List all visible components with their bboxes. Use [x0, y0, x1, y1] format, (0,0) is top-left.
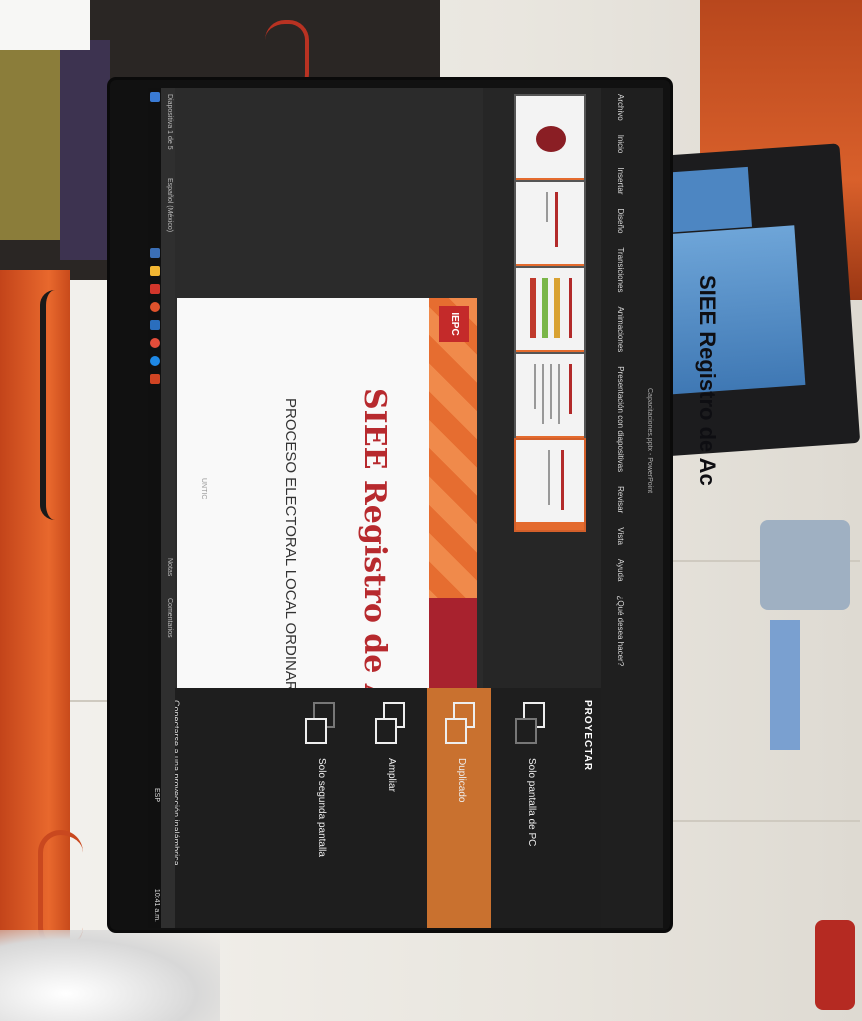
- edge-icon[interactable]: [150, 356, 160, 366]
- firefox-icon[interactable]: [150, 302, 160, 312]
- second-laptop-screen-top: [658, 166, 752, 234]
- tab-transiciones[interactable]: Transiciones: [616, 247, 625, 292]
- pc-screen-only-icon: [515, 702, 545, 744]
- language-code[interactable]: ESP: [153, 788, 160, 802]
- thumbnail-bar: [554, 278, 560, 338]
- office-icon[interactable]: [150, 284, 160, 294]
- iepc-logo: IEPC: [439, 306, 469, 342]
- windows-taskbar: ESP 10:41 a.m.: [148, 88, 161, 928]
- current-slide[interactable]: IEPC SIEE Registro de Act PROCESO ELECTO…: [177, 298, 477, 696]
- black-cable: [40, 290, 70, 520]
- thumbnail-bar: [542, 278, 548, 338]
- powerpoint-icon[interactable]: [150, 374, 160, 384]
- ribbon-tabs: Archivo Inicio Insertar Diseño Transicio…: [616, 94, 625, 666]
- slide-header-band-red: [429, 598, 477, 696]
- comments-button[interactable]: Comentarios: [166, 598, 173, 638]
- thumbnail-text: [534, 364, 536, 409]
- tab-ayuda[interactable]: Ayuda: [616, 559, 625, 582]
- slide-count: Diapositiva 1 de 5: [166, 94, 173, 150]
- thumbnail-text: [561, 450, 564, 510]
- thumbnail-stripe: [516, 522, 584, 530]
- slide-thumbnail[interactable]: [514, 94, 586, 188]
- slide-thumbnail[interactable]: [514, 352, 586, 446]
- red-object: [815, 920, 855, 1010]
- chrome-icon[interactable]: [150, 338, 160, 348]
- slide-thumbnail[interactable]: [514, 266, 586, 360]
- option-label: Ampliar: [386, 758, 397, 792]
- tab-insertar[interactable]: Insertar: [616, 167, 625, 194]
- option-extend[interactable]: Ampliar: [357, 688, 421, 928]
- chair: [760, 520, 850, 610]
- file-explorer-icon[interactable]: [150, 266, 160, 276]
- thumbnail-text: [558, 364, 560, 424]
- thumbnail-text: [555, 192, 558, 247]
- option-label: Solo pantalla de PC: [526, 758, 537, 847]
- purple-strip: [60, 40, 110, 260]
- slide-subtitle: PROCESO ELECTORAL LOCAL ORDINARIO 20: [282, 398, 299, 696]
- thumbnail-text: [542, 364, 544, 424]
- tab-animaciones[interactable]: Animaciones: [616, 306, 625, 352]
- second-laptop-title: SIEE Registro de Ac: [695, 275, 720, 486]
- powerpoint-window: Capacitaciones.pptx - PowerPoint Archivo…: [148, 88, 663, 928]
- status-bar: Diapositiva 1 de 5 Español (México) Nota…: [161, 88, 175, 928]
- thumbnail-bar: [530, 278, 536, 338]
- slide-footer: UNTIC: [200, 478, 207, 500]
- option-label: Duplicado: [456, 758, 467, 803]
- slide-thumbnail[interactable]: [514, 180, 586, 274]
- notes-button[interactable]: Notas: [166, 558, 173, 576]
- option-pc-only[interactable]: Solo pantalla de PC: [497, 688, 561, 928]
- system-clock[interactable]: 10:41 a.m.: [153, 889, 160, 922]
- tab-archivo[interactable]: Archivo: [616, 94, 625, 121]
- slide-title: SIEE Registro de Act: [357, 388, 392, 696]
- thumbnail-text: [548, 450, 550, 505]
- option-label: Solo segunda pantalla: [316, 758, 327, 857]
- tab-diseno[interactable]: Diseño: [616, 209, 625, 234]
- white-corner: [0, 0, 90, 50]
- thumbnail-text: [569, 364, 572, 414]
- second-laptop-screen: [654, 225, 806, 395]
- duplicate-icon: [445, 702, 475, 744]
- ribbon: Capacitaciones.pptx - PowerPoint Archivo…: [601, 88, 663, 928]
- project-panel: PROYECTAR Solo pantalla de PC Duplicado …: [148, 688, 601, 928]
- option-second-screen-only[interactable]: Solo segunda pantalla: [287, 688, 351, 928]
- tab-inicio[interactable]: Inicio: [616, 135, 625, 154]
- extend-icon: [375, 702, 405, 744]
- second-screen-only-icon: [305, 702, 335, 744]
- thumbnail-text: [569, 278, 572, 338]
- tell-me-search[interactable]: ¿Qué desea hacer?: [616, 595, 625, 666]
- option-duplicate[interactable]: Duplicado: [427, 688, 491, 928]
- tab-presentacion[interactable]: Presentación con diapositivas: [616, 366, 625, 472]
- tab-revisar[interactable]: Revisar: [616, 486, 625, 513]
- window-title: Capacitaciones.pptx - PowerPoint: [646, 388, 653, 494]
- monitor-screen: Capacitaciones.pptx - PowerPoint Archivo…: [148, 88, 663, 928]
- slide-thumbnail-selected[interactable]: [514, 438, 586, 532]
- olive-box: [0, 50, 60, 240]
- task-view-icon[interactable]: [150, 248, 160, 258]
- thumbnail-text: [550, 364, 552, 419]
- blue-banner: [770, 620, 800, 750]
- seal-icon: [536, 126, 566, 152]
- blurred-foreground: [0, 930, 220, 1021]
- word-icon[interactable]: [150, 320, 160, 330]
- windows-start-icon[interactable]: [150, 92, 160, 102]
- thumbnail-text: [546, 192, 548, 222]
- project-panel-title: PROYECTAR: [582, 700, 593, 772]
- tab-vista[interactable]: Vista: [616, 527, 625, 545]
- language-indicator[interactable]: Español (México): [166, 178, 173, 232]
